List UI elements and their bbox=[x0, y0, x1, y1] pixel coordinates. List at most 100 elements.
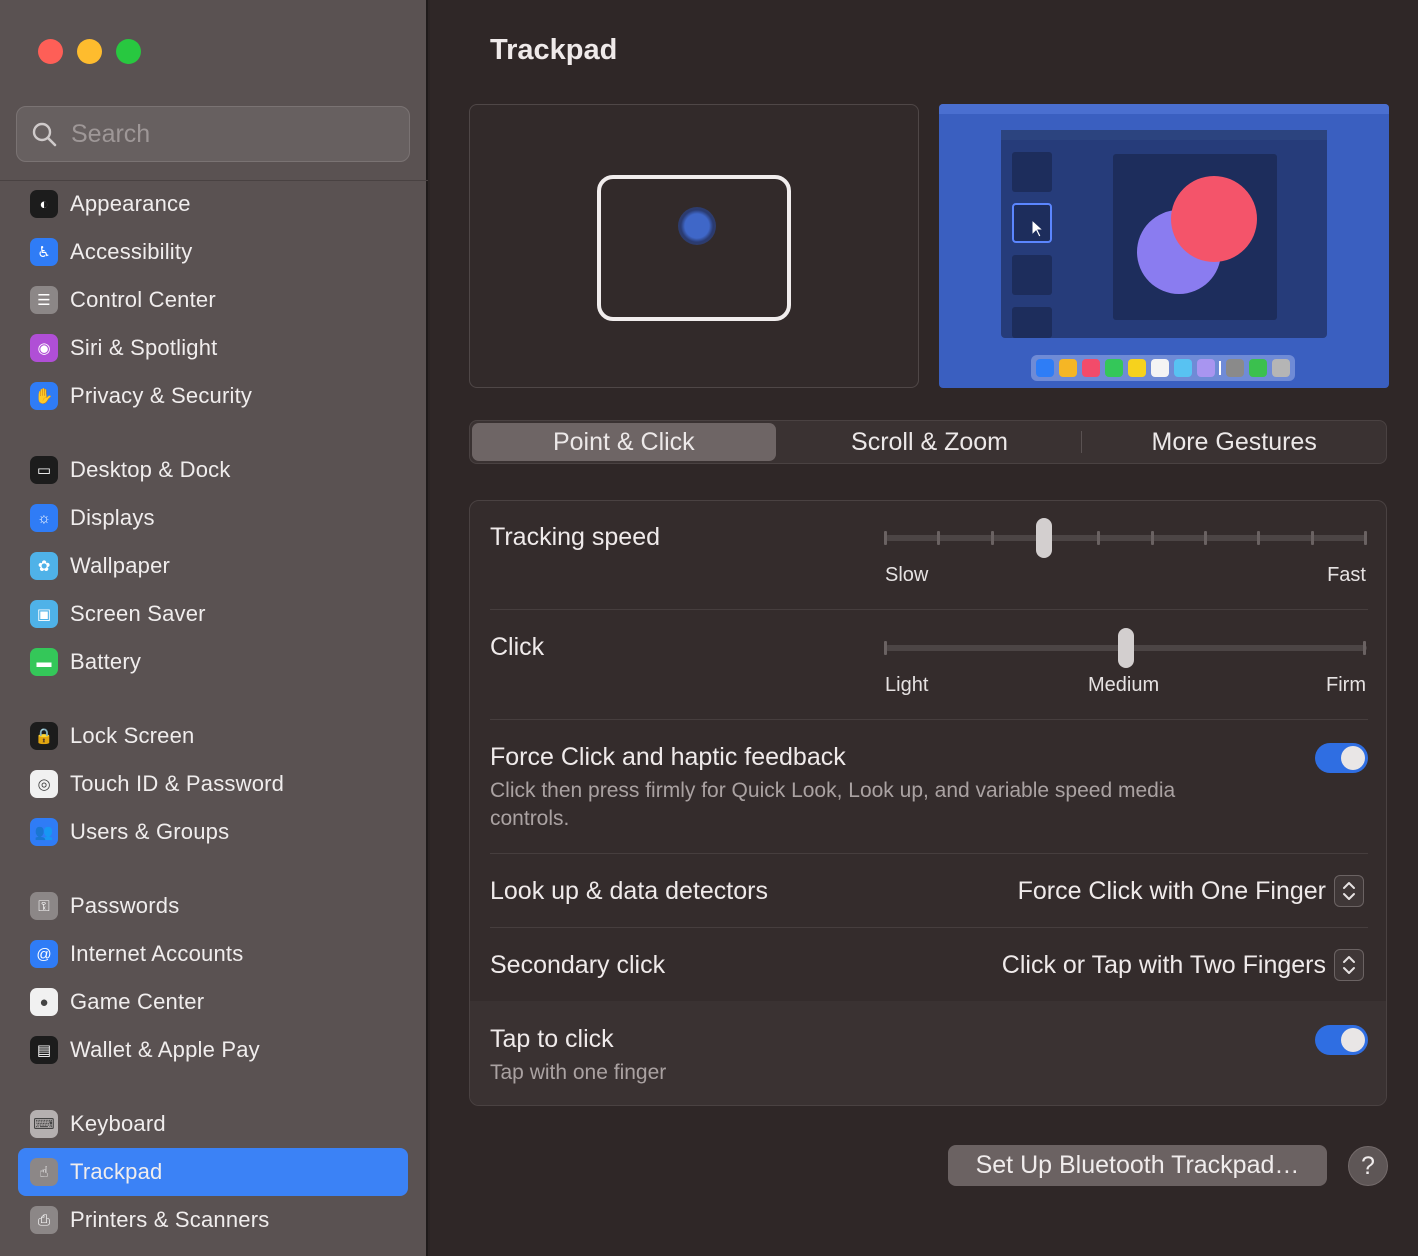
lookup-popup[interactable]: Force Click with One Finger bbox=[1018, 875, 1364, 907]
battery-icon: ▬ bbox=[30, 648, 58, 676]
sun-icon: ☼ bbox=[30, 504, 58, 532]
sidebar-item-label: Accessibility bbox=[70, 239, 193, 264]
trackpad-illustration bbox=[597, 175, 791, 321]
secondary-click-label: Secondary click bbox=[490, 951, 666, 979]
lookup-label: Look up & data detectors bbox=[490, 877, 768, 905]
sidebar-item-label: Lock Screen bbox=[70, 723, 195, 748]
updown-chevron-icon[interactable] bbox=[1334, 949, 1364, 981]
tab-scroll-zoom[interactable]: Scroll & Zoom bbox=[778, 421, 1082, 463]
tracking-max-label: Fast bbox=[1327, 564, 1366, 586]
tab-more-gestures[interactable]: More Gestures bbox=[1082, 421, 1386, 463]
tracking-tick bbox=[1204, 531, 1207, 545]
sidebar-item-siri-spotlight[interactable]: ◉ Siri & Spotlight bbox=[18, 324, 408, 372]
sidebar-item-screen-saver[interactable]: ▣ Screen Saver bbox=[18, 590, 408, 638]
secondary-click-popup[interactable]: Click or Tap with Two Fingers bbox=[1002, 949, 1364, 981]
sidebar-item-accessibility[interactable]: ♿ Accessibility bbox=[18, 228, 408, 276]
search-input[interactable] bbox=[71, 119, 391, 149]
page-title: Trackpad bbox=[490, 34, 618, 66]
sidebar-item-label: Appearance bbox=[70, 191, 191, 216]
sidebar-item-label: Control Center bbox=[70, 287, 216, 312]
force-click-toggle[interactable] bbox=[1315, 743, 1368, 773]
sidebar-item-users-groups[interactable]: 👥 Users & Groups bbox=[18, 808, 408, 856]
sidebar-item-trackpad[interactable]: ☝ Trackpad bbox=[18, 1148, 408, 1196]
search-field[interactable] bbox=[16, 106, 410, 162]
zoom-button[interactable] bbox=[116, 39, 141, 64]
sidebar-item-battery[interactable]: ▬ Battery bbox=[18, 638, 408, 686]
accessibility-icon: ♿ bbox=[30, 238, 58, 266]
help-button[interactable]: ? bbox=[1348, 1146, 1388, 1186]
tap-to-click-label: Tap to click bbox=[490, 1025, 614, 1053]
row-divider bbox=[490, 853, 1368, 854]
close-button[interactable] bbox=[38, 39, 63, 64]
sidebar-item-label: Displays bbox=[70, 505, 155, 530]
gesture-screen-preview bbox=[939, 104, 1389, 388]
window-controls bbox=[38, 39, 141, 64]
control-center-icon: ☰ bbox=[30, 286, 58, 314]
tracking-tick bbox=[1150, 531, 1154, 545]
tap-to-click-row: Tap to click Tap with one finger bbox=[470, 1001, 1386, 1105]
click-tick bbox=[884, 641, 887, 655]
flower-icon: ✿ bbox=[30, 552, 58, 580]
sidebar-item-label: Printers & Scanners bbox=[70, 1207, 270, 1232]
search-icon bbox=[32, 122, 57, 147]
main-pane: Trackpad Point & Click Scroll & Zoom Mor… bbox=[430, 0, 1418, 1256]
tab-bar: Point & Click Scroll & Zoom More Gesture… bbox=[469, 420, 1387, 464]
tracking-slider-knob[interactable] bbox=[1036, 518, 1053, 558]
force-click-label: Force Click and haptic feedback bbox=[490, 743, 846, 771]
screen-saver-icon: ▣ bbox=[30, 600, 58, 628]
updown-chevron-icon[interactable] bbox=[1334, 875, 1364, 907]
sidebar-item-displays[interactable]: ☼ Displays bbox=[18, 494, 408, 542]
keyboard-icon: ⌨ bbox=[30, 1110, 58, 1138]
trackpad-icon: ☝ bbox=[30, 1158, 58, 1186]
sidebar-item-touch-id-password[interactable]: ◎ Touch ID & Password bbox=[18, 760, 408, 808]
sidebar-item-internet-accounts[interactable]: @ Internet Accounts bbox=[18, 930, 408, 978]
tap-to-click-toggle[interactable] bbox=[1315, 1025, 1368, 1055]
sidebar-item-label: Internet Accounts bbox=[70, 941, 244, 966]
sidebar-item-control-center[interactable]: ☰ Control Center bbox=[18, 276, 408, 324]
sidebar-item-label: Privacy & Security bbox=[70, 383, 253, 408]
appearance-icon: ◐ bbox=[30, 190, 58, 218]
sidebar-item-passwords[interactable]: ⚿ Passwords bbox=[18, 882, 408, 930]
click-tick bbox=[1363, 641, 1366, 655]
sidebar-item-label: Trackpad bbox=[70, 1159, 163, 1184]
sidebar-item-desktop-dock[interactable]: ▭ Desktop & Dock bbox=[18, 446, 408, 494]
sidebar-item-appearance[interactable]: ◐ Appearance bbox=[18, 180, 408, 228]
click-medium-label: Medium bbox=[1088, 674, 1160, 696]
setup-bluetooth-trackpad-button[interactable]: Set Up Bluetooth Trackpad… bbox=[948, 1145, 1327, 1186]
row-divider bbox=[490, 719, 1368, 720]
secondary-click-value: Click or Tap with Two Fingers bbox=[1001, 950, 1326, 979]
click-label: Click bbox=[490, 633, 545, 661]
fingerprint-icon: ◎ bbox=[30, 770, 58, 798]
minimize-button[interactable] bbox=[77, 39, 102, 64]
sidebar: ◐ Appearance ♿ Accessibility ☰ Control Center… bbox=[0, 0, 428, 1256]
sidebar-item-label: Desktop & Dock bbox=[70, 457, 231, 482]
at-icon: @ bbox=[30, 940, 58, 968]
tracking-min-label: Slow bbox=[885, 564, 929, 586]
settings-panel: Tracking speed Slow Fast Click Light Med… bbox=[469, 500, 1387, 1106]
key-icon: ⚿ bbox=[30, 892, 58, 920]
wallet-icon: ▤ bbox=[30, 1036, 58, 1064]
click-slider-knob[interactable] bbox=[1118, 628, 1134, 668]
click-light-label: Light bbox=[885, 674, 929, 696]
sidebar-item-printers-scanners[interactable]: ⎙ Printers & Scanners bbox=[18, 1196, 408, 1244]
sidebar-item-keyboard[interactable]: ⌨ Keyboard bbox=[18, 1100, 408, 1148]
sidebar-item-privacy-security[interactable]: ✋ Privacy & Security bbox=[18, 372, 408, 420]
sidebar-item-game-center[interactable]: ● Game Center bbox=[18, 978, 408, 1026]
tab-point-click[interactable]: Point & Click bbox=[472, 423, 776, 461]
sidebar-item-wallet-apple-pay[interactable]: ▤ Wallet & Apple Pay bbox=[18, 1026, 408, 1074]
gesture-trackpad-preview bbox=[469, 104, 919, 388]
tracking-tick bbox=[1097, 531, 1101, 545]
lock-icon: 🔒 bbox=[30, 722, 58, 750]
tracking-slider-track[interactable] bbox=[885, 535, 1367, 541]
sidebar-item-label: Wallpaper bbox=[70, 553, 171, 578]
sidebar-item-label: Screen Saver bbox=[70, 601, 206, 626]
row-divider bbox=[490, 927, 1368, 928]
sidebar-item-label: Users & Groups bbox=[70, 819, 230, 844]
sidebar-item-lock-screen[interactable]: 🔒 Lock Screen bbox=[18, 712, 408, 760]
sidebar-item-wallpaper[interactable]: ✿ Wallpaper bbox=[18, 542, 408, 590]
row-divider bbox=[490, 609, 1368, 610]
sidebar-item-label: Passwords bbox=[70, 893, 180, 918]
desktop-illustration bbox=[939, 104, 1389, 381]
sidebar-item-label: Game Center bbox=[70, 989, 205, 1014]
printer-icon: ⎙ bbox=[30, 1206, 58, 1234]
